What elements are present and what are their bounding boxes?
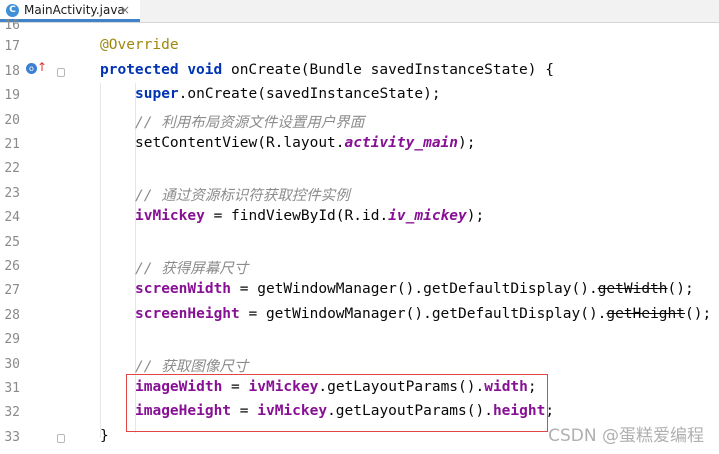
line-number: 18 [4,64,20,79]
tab-main-activity[interactable]: C MainActivity.java × [0,0,140,22]
line-number: 29 [4,332,20,347]
line-number: 17 [4,39,20,54]
code-text: (); [685,306,712,322]
code-text: = getWindowManager().getDefaultDisplay()… [231,281,598,297]
fold-marker-icon[interactable] [57,434,65,443]
annotation: @Override [100,37,179,53]
override-method-icon[interactable]: o [26,63,37,74]
keyword: protected [100,62,179,78]
deprecated-method: getHeight [606,306,685,322]
code-text: onCreate(Bundle savedInstanceState) { [222,62,554,78]
watermark: CSDN @蛋糕爱编程 [548,426,704,446]
field-reference: activity_main [344,135,459,151]
close-tab-icon[interactable]: × [120,3,130,17]
line-number: 16 [4,18,20,33]
code-line-27: screenWidth = getWindowManager().getDefa… [135,281,694,297]
line-number: 28 [4,308,20,323]
keyword: super [135,86,179,102]
line-number: 33 [4,430,20,445]
code-text: setContentView(R.layout. [135,135,345,151]
line-number: 26 [4,259,20,274]
code-text: = getWindowManager().getDefaultDisplay()… [239,306,607,322]
tab-filename: MainActivity.java [24,3,125,17]
code-line-28: screenHeight = getWindowManager().getDef… [135,306,711,322]
code-text: ); [466,208,485,224]
code-line-26: // 获得屏幕尺寸 [135,257,248,278]
code-line-20: // 利用布局资源文件设置用户界面 [135,111,364,132]
go-to-super-method-icon[interactable]: ↑ [37,60,47,74]
code-text: ); [458,135,476,151]
field-reference: ivMickey [135,208,205,224]
code-line-33: } [100,428,109,444]
code-line-19: super.onCreate(savedInstanceState); [135,86,441,102]
line-number-gutter: 16 17 18 19 20 21 22 23 24 25 26 27 28 2… [0,18,80,454]
line-number: 23 [4,186,20,201]
code-line-21: setContentView(R.layout.activity_main); [135,135,475,151]
code-text: = findViewById(R.id. [204,208,389,224]
comment: // 获得屏幕尺寸 [135,261,249,277]
comment: // 通过资源标识符获取控件实例 [135,188,350,204]
highlight-box [126,374,548,432]
code-line-24: ivMickey = findViewById(R.id.iv_mickey); [135,208,484,224]
code-line-23: // 通过资源标识符获取控件实例 [135,184,350,205]
comment: // 利用布局资源文件设置用户界面 [135,115,365,131]
java-class-icon: C [6,4,19,17]
field-reference: iv_mickey [388,208,467,224]
code-line-18: protected void onCreate(Bundle savedInst… [100,62,554,78]
keyword: void [187,62,223,78]
line-number: 24 [4,210,20,225]
code-text: (); [667,281,694,297]
code-text: .onCreate(savedInstanceState); [178,86,441,102]
code-line-30: // 获取图像尺寸 [135,355,248,376]
fold-marker-icon[interactable] [57,68,65,77]
editor-tab-bar: C MainActivity.java × [0,0,719,23]
deprecated-method: getWidth [597,281,668,297]
field-reference: screenWidth [135,281,232,297]
line-number: 27 [4,283,20,298]
code-line-17: @Override [100,37,179,53]
field-reference: screenHeight [135,306,240,322]
indent-guide [100,83,101,438]
line-number: 32 [4,405,20,420]
line-number: 21 [4,137,20,152]
code-text: } [100,428,109,444]
line-number: 19 [4,88,20,103]
comment: // 获取图像尺寸 [135,359,249,375]
line-number: 20 [4,113,20,128]
line-number: 22 [4,161,20,176]
line-number: 31 [4,381,20,396]
line-number: 25 [4,235,20,250]
line-number: 30 [4,357,20,372]
